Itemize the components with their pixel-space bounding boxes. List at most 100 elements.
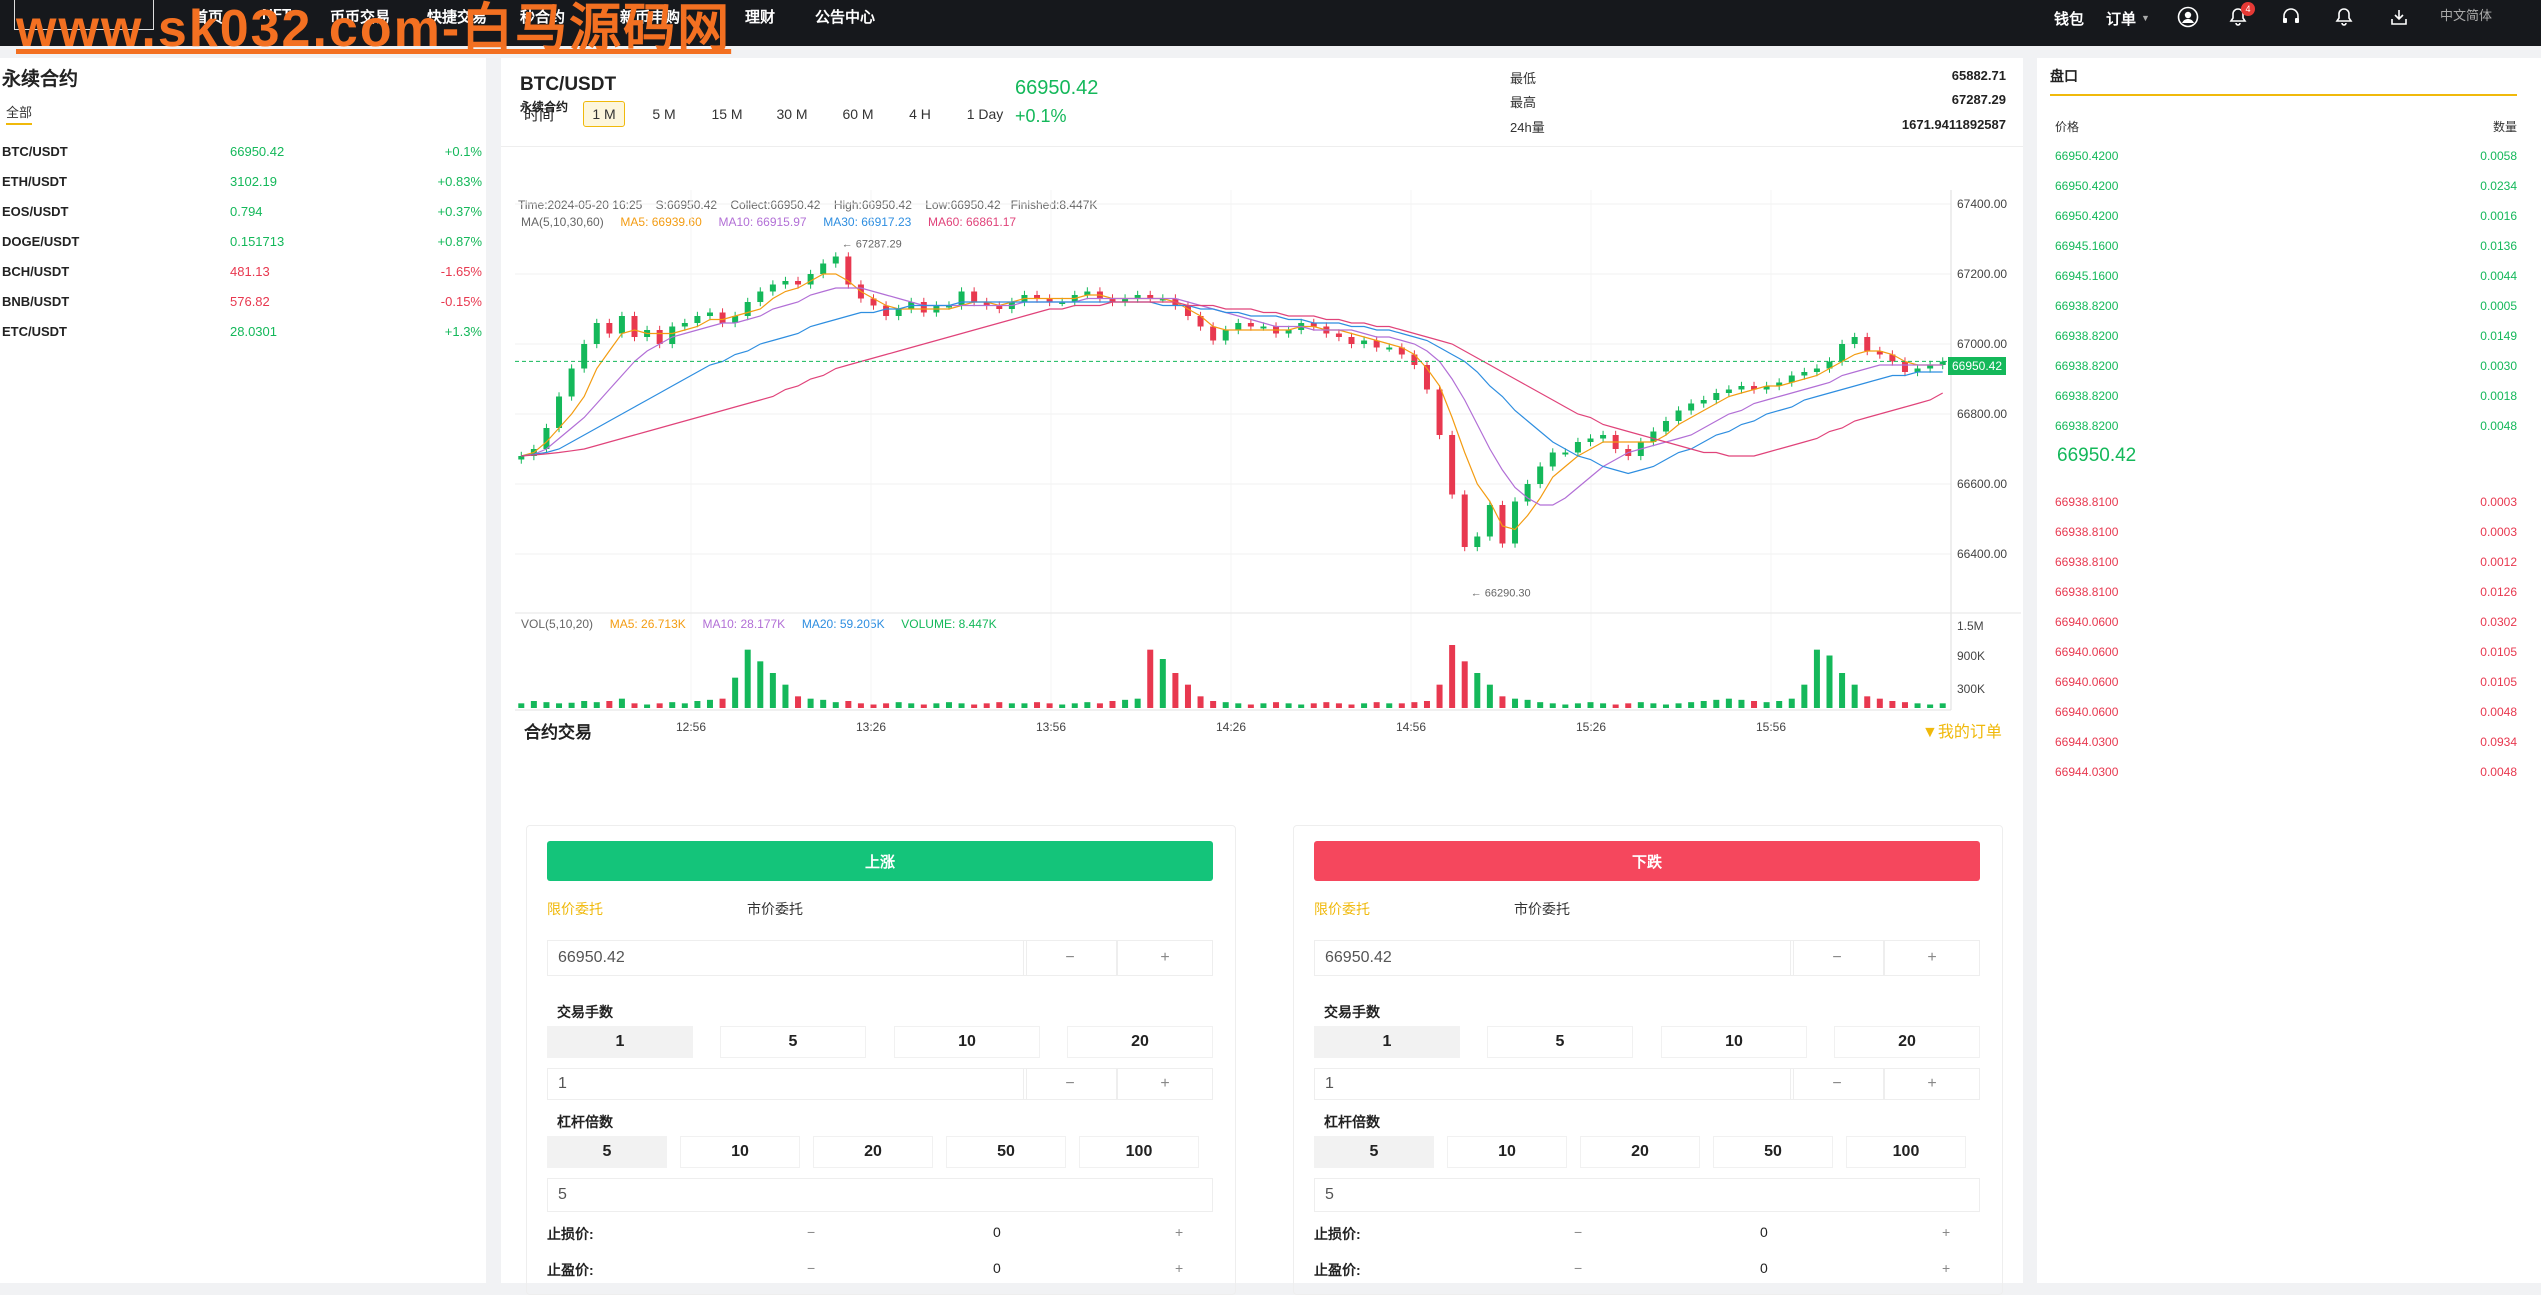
market-row[interactable]: BNB/USDT 576.82 -0.15% [0,286,486,316]
price-chart[interactable]: 67400.00 67200.00 67000.00 66800.00 66600.00… [501,190,2023,740]
tp-plus[interactable]: + [1942,1260,1950,1276]
market-row[interactable]: ETH/USDT 3102.19 +0.83% [0,166,486,196]
lots-minus[interactable]: − [1023,1068,1117,1100]
user-icon[interactable] [2173,2,2203,32]
leverage-input[interactable]: 5 [1314,1178,1980,1212]
volume-bar [908,703,915,708]
bid-row[interactable]: 66938.8200 0.0018 [2037,380,2541,410]
ask-row[interactable]: 66940.0600 0.0302 [2037,606,2541,636]
tf-15m[interactable]: 15 M [706,101,748,127]
tf-30m[interactable]: 30 M [771,101,813,127]
tp-minus[interactable]: − [1574,1260,1582,1276]
last-price: 66950.42 [1015,77,1099,99]
lots-input[interactable]: 1 [547,1068,1027,1100]
market-row[interactable]: EOS/USDT 0.794 +0.37% [0,196,486,226]
ask-row[interactable]: 66940.0600 0.0048 [2037,696,2541,726]
ask-row[interactable]: 66944.0300 0.0048 [2037,756,2541,786]
price-plus[interactable]: + [1117,940,1213,976]
tab-market-order[interactable]: 市价委托 [1514,899,1570,919]
language-switch[interactable]: 中文简体 [2440,5,2492,24]
lots-5[interactable]: 5 [720,1026,866,1058]
lots-10[interactable]: 10 [1661,1026,1807,1058]
tf-5m[interactable]: 5 M [643,101,685,127]
tf-1m[interactable]: 1 M [583,101,625,127]
sl-minus[interactable]: − [1574,1224,1582,1240]
market-row[interactable]: BCH/USDT 481.13 -1.65% [0,256,486,286]
nav-announcements[interactable]: 公告中心 [815,6,875,27]
sl-plus[interactable]: + [1175,1224,1183,1240]
price-input[interactable]: 66950.42 [547,940,1027,976]
tf-4h[interactable]: 4 H [902,101,938,127]
buy-long-button[interactable]: 上涨 [547,841,1213,881]
leverage-input[interactable]: 5 [547,1178,1213,1212]
leverage-5[interactable]: 5 [1314,1136,1434,1168]
tp-plus[interactable]: + [1175,1260,1183,1276]
ask-row[interactable]: 66938.8100 0.0003 [2037,486,2541,516]
tp-value[interactable]: 0 [993,1260,1001,1276]
sl-plus[interactable]: + [1942,1224,1950,1240]
lots-plus[interactable]: + [1884,1068,1980,1100]
tp-value[interactable]: 0 [1760,1260,1768,1276]
nav-finance[interactable]: 理财 [745,6,775,27]
leverage-50[interactable]: 50 [1713,1136,1833,1168]
leverage-20[interactable]: 20 [1580,1136,1700,1168]
ask-row[interactable]: 66938.8100 0.0003 [2037,516,2541,546]
lots-10[interactable]: 10 [894,1026,1040,1058]
bid-row[interactable]: 66945.1600 0.0136 [2037,230,2541,260]
notification-icon[interactable]: 4 [2223,2,2255,32]
leverage-100[interactable]: 100 [1079,1136,1199,1168]
bid-row[interactable]: 66938.8200 0.0005 [2037,290,2541,320]
bid-row[interactable]: 66945.1600 0.0044 [2037,260,2541,290]
download-icon[interactable] [2384,2,2414,32]
leverage-10[interactable]: 10 [680,1136,800,1168]
price-input[interactable]: 66950.42 [1314,940,1794,976]
tf-60m[interactable]: 60 M [837,101,879,127]
sl-value[interactable]: 0 [993,1224,1001,1240]
tf-time[interactable]: 时间 [519,101,559,127]
my-orders-link[interactable]: ▼我的订单 [1922,718,2002,742]
lots-input[interactable]: 1 [1314,1068,1794,1100]
leverage-10[interactable]: 10 [1447,1136,1567,1168]
market-row[interactable]: BTC/USDT 66950.42 +0.1% [0,136,486,166]
bid-row[interactable]: 66938.8200 0.0030 [2037,350,2541,380]
leverage-100[interactable]: 100 [1846,1136,1966,1168]
ask-row[interactable]: 66940.0600 0.0105 [2037,636,2541,666]
bid-row[interactable]: 66950.4200 0.0016 [2037,200,2541,230]
tab-all[interactable]: 全部 [6,102,33,125]
ask-row[interactable]: 66940.0600 0.0105 [2037,666,2541,696]
market-row[interactable]: DOGE/USDT 0.151713 +0.87% [0,226,486,256]
sell-short-button[interactable]: 下跌 [1314,841,1980,881]
lots-plus[interactable]: + [1117,1068,1213,1100]
tab-limit-order[interactable]: 限价委托 [547,899,603,919]
headset-icon[interactable] [2276,2,2306,32]
price-plus[interactable]: + [1884,940,1980,976]
bid-row[interactable]: 66950.4200 0.0058 [2037,140,2541,170]
ask-row[interactable]: 66938.8100 0.0126 [2037,576,2541,606]
sl-minus[interactable]: − [807,1224,815,1240]
market-row[interactable]: ETC/USDT 28.0301 +1.3% [0,316,486,346]
lots-5[interactable]: 5 [1487,1026,1633,1058]
bid-row[interactable]: 66938.8200 0.0048 [2037,410,2541,440]
leverage-20[interactable]: 20 [813,1136,933,1168]
price-minus[interactable]: − [1790,940,1884,976]
tab-market-order[interactable]: 市价委托 [747,899,803,919]
lots-1[interactable]: 1 [547,1026,693,1058]
price-minus[interactable]: − [1023,940,1117,976]
orders-menu[interactable]: 订单 ▼ [2106,3,2150,33]
leverage-5[interactable]: 5 [547,1136,667,1168]
tp-minus[interactable]: − [807,1260,815,1276]
wallet-link[interactable]: 钱包 [2054,3,2084,33]
lots-20[interactable]: 20 [1834,1026,1980,1058]
leverage-50[interactable]: 50 [946,1136,1066,1168]
tab-limit-order[interactable]: 限价委托 [1314,899,1370,919]
tf-1day[interactable]: 1 Day [960,101,1010,127]
bid-row[interactable]: 66938.8200 0.0149 [2037,320,2541,350]
bid-row[interactable]: 66950.4200 0.0234 [2037,170,2541,200]
sl-value[interactable]: 0 [1760,1224,1768,1240]
bell-icon[interactable] [2329,2,2359,32]
lots-20[interactable]: 20 [1067,1026,1213,1058]
lots-1[interactable]: 1 [1314,1026,1460,1058]
lots-minus[interactable]: − [1790,1068,1884,1100]
ask-row[interactable]: 66938.8100 0.0012 [2037,546,2541,576]
ask-row[interactable]: 66944.0300 0.0934 [2037,726,2541,756]
